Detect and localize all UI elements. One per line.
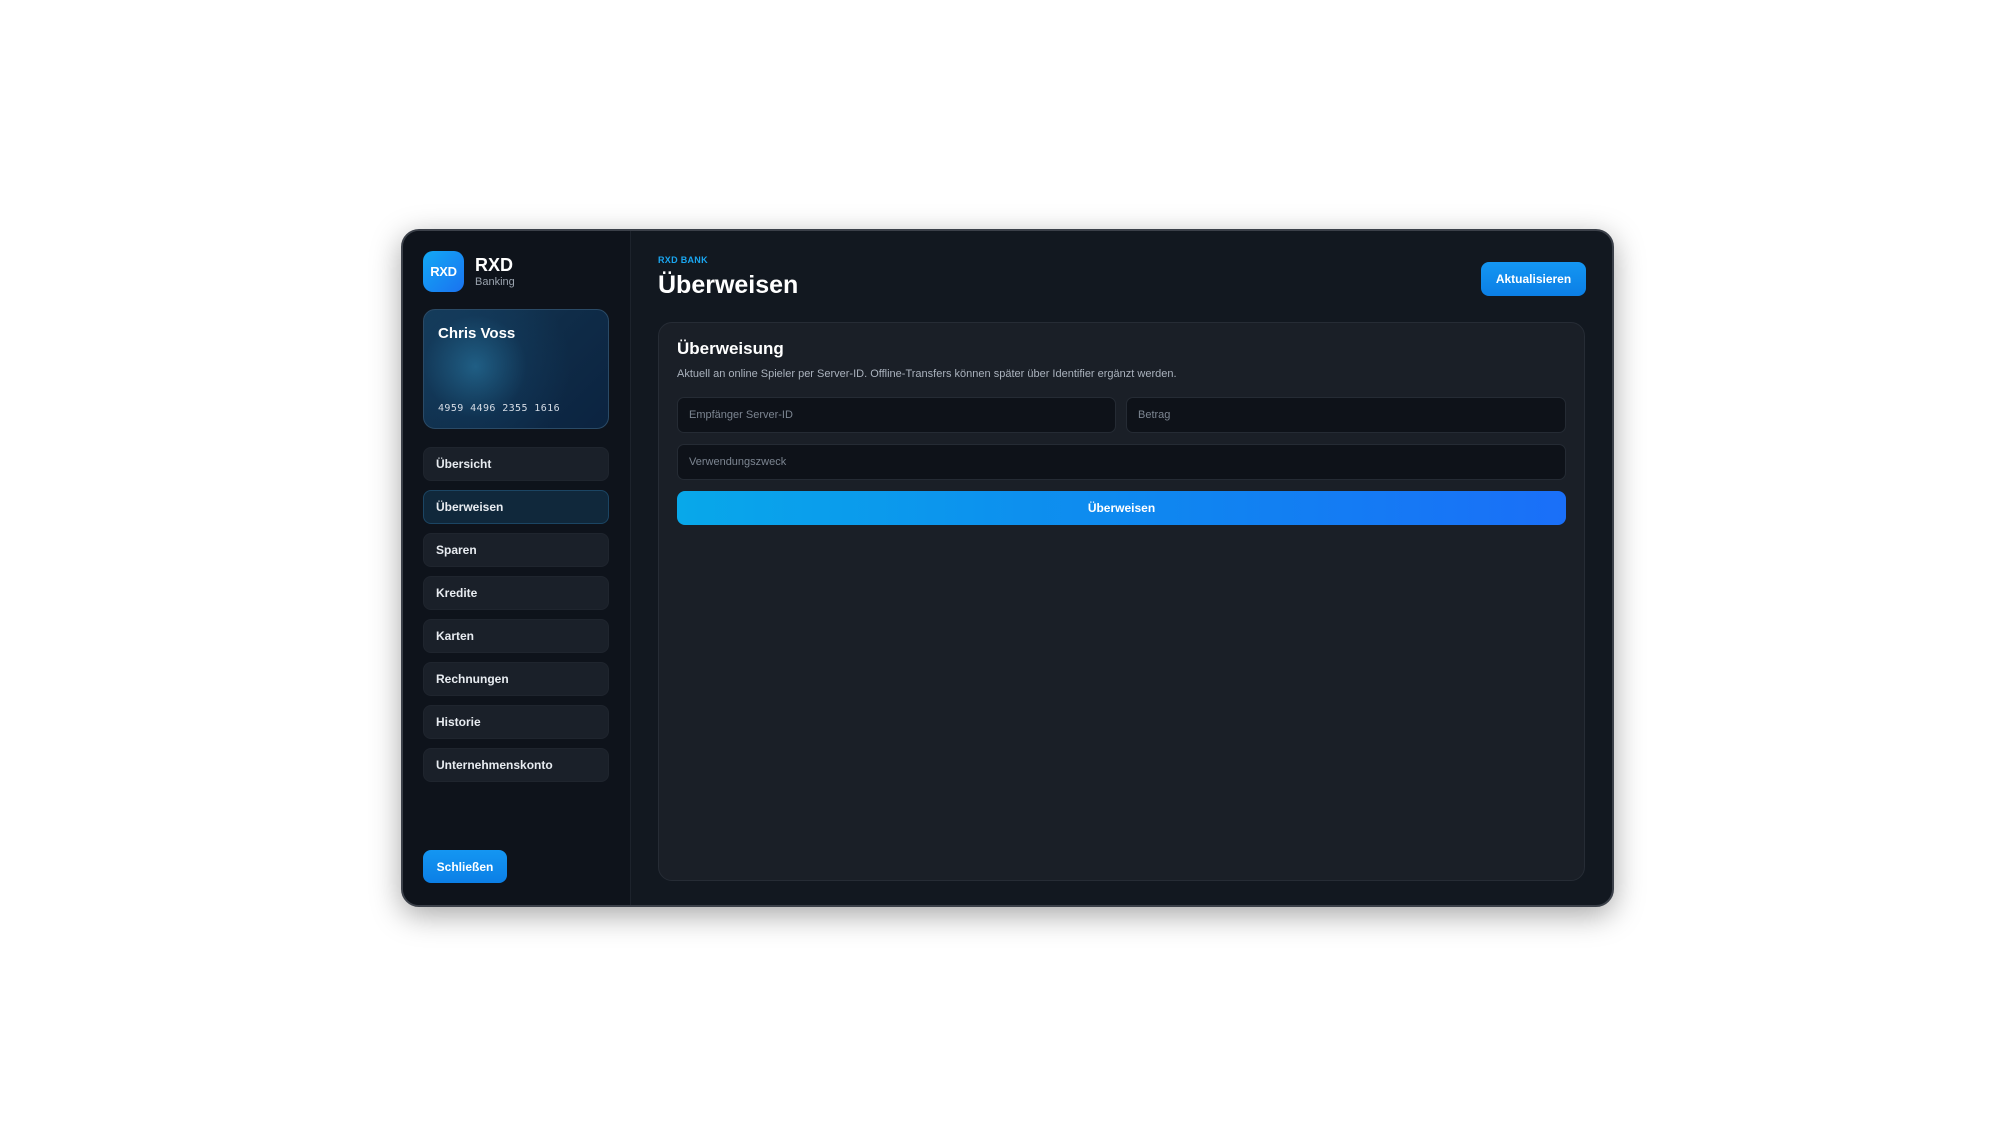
card-number: 4959 4496 2355 1616 xyxy=(438,403,560,414)
transfer-description: Aktuell an online Spieler per Server-ID.… xyxy=(677,368,1177,380)
brand-subtitle: Banking xyxy=(475,275,515,288)
banking-window: RXD RXD Banking Chris Voss 4959 4496 235… xyxy=(401,229,1614,907)
main-content: RXD BANK Überweisen Aktualisieren Überwe… xyxy=(631,231,1612,905)
refresh-button[interactable]: Aktualisieren xyxy=(1481,262,1586,296)
sidebar: RXD RXD Banking Chris Voss 4959 4496 235… xyxy=(403,231,631,905)
sidebar-item-unternehmenskonto[interactable]: Unternehmenskonto xyxy=(423,748,609,782)
card-holder-name: Chris Voss xyxy=(438,325,516,342)
brand-text: RXD Banking xyxy=(475,255,515,289)
transfer-title: Überweisung xyxy=(677,339,784,358)
recipient-server-id-input[interactable] xyxy=(677,397,1116,433)
close-button[interactable]: Schließen xyxy=(423,850,507,883)
brand-name: RXD xyxy=(475,254,514,275)
sidebar-item-rechnungen[interactable]: Rechnungen xyxy=(423,662,609,696)
page-eyebrow: RXD BANK xyxy=(658,255,708,265)
page-title: Überweisen xyxy=(658,271,799,299)
bank-card: Chris Voss 4959 4496 2355 1616 xyxy=(423,309,609,429)
sidebar-nav: Übersicht Überweisen Sparen Kredite Kart… xyxy=(423,447,609,791)
sidebar-item-sparen[interactable]: Sparen xyxy=(423,533,609,567)
sidebar-item-uebersicht[interactable]: Übersicht xyxy=(423,447,609,481)
sidebar-item-karten[interactable]: Karten xyxy=(423,619,609,653)
transfer-submit-button[interactable]: Überweisen xyxy=(677,491,1566,525)
sidebar-item-kredite[interactable]: Kredite xyxy=(423,576,609,610)
amount-input[interactable] xyxy=(1126,397,1566,433)
brand-logo: RXD xyxy=(423,251,464,292)
transfer-panel: Überweisung Aktuell an online Spieler pe… xyxy=(658,322,1585,881)
brand: RXD RXD Banking xyxy=(423,251,515,292)
purpose-input[interactable] xyxy=(677,444,1566,480)
sidebar-item-ueberweisen[interactable]: Überweisen xyxy=(423,490,609,524)
sidebar-item-historie[interactable]: Historie xyxy=(423,705,609,739)
